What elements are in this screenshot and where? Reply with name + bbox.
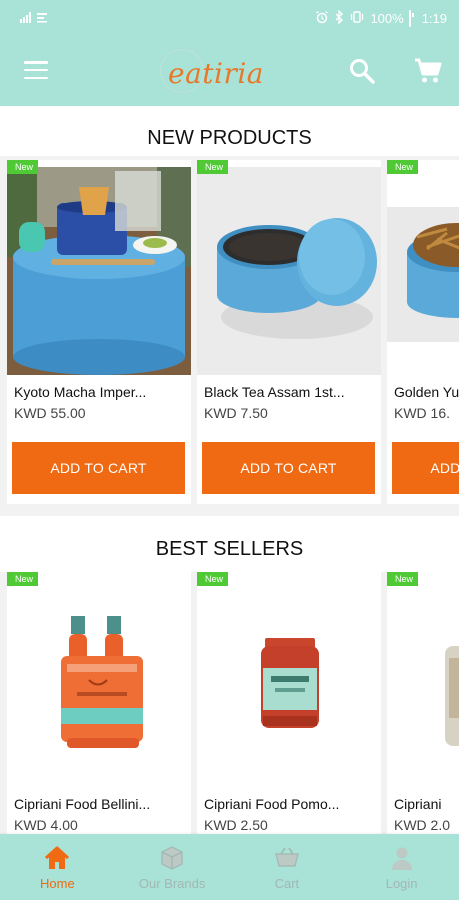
product-image[interactable] <box>387 167 459 375</box>
menu-button[interactable] <box>22 58 50 82</box>
logo-text: eatiria <box>168 57 265 90</box>
bluetooth-icon <box>334 8 344 27</box>
product-image[interactable] <box>7 167 191 375</box>
battery-icon <box>408 9 411 27</box>
status-right-icons: 100% 1:19 <box>315 8 447 27</box>
hamburger-icon-line <box>24 68 48 72</box>
signal-icon <box>20 11 31 26</box>
home-icon <box>43 844 71 872</box>
product-name: Cipriani Food Pomo... <box>204 796 340 812</box>
alarm-icon <box>315 10 329 27</box>
product-name: Golden Yu <box>394 384 459 400</box>
brands-icon <box>158 844 186 872</box>
product-price: KWD 7.50 <box>204 405 268 421</box>
vibrate-icon <box>349 10 365 26</box>
cart-icon <box>273 844 301 872</box>
search-button[interactable] <box>347 56 377 86</box>
hamburger-icon-line <box>24 76 48 79</box>
app-logo[interactable]: eatiria <box>160 46 264 96</box>
product-image[interactable] <box>197 167 381 375</box>
nav-label-cart: Cart <box>274 876 300 891</box>
new-badge: New <box>387 160 419 174</box>
product-price: KWD 4.00 <box>14 817 78 833</box>
product-card[interactable]: New Golden Yu KWD 16. ADD TO CART <box>387 160 459 504</box>
product-name: Cipriani Food Bellini... <box>14 796 151 812</box>
product-image[interactable] <box>197 588 381 788</box>
new-badge: New <box>197 572 229 586</box>
add-to-cart-button[interactable]: ADD TO CART <box>12 442 185 494</box>
nav-item-our-brands[interactable]: Our Brands <box>115 834 230 900</box>
section-title-new-products: NEW PRODUCTS <box>147 127 312 149</box>
search-icon <box>347 59 377 90</box>
product-card[interactable]: New Cipriani Food Bellini... KWD 4.00 <box>7 572 191 834</box>
nav-label-our-brands: Our Brands <box>138 876 206 891</box>
status-left-icons <box>20 11 48 26</box>
product-name: Cipriani <box>394 796 442 812</box>
add-to-cart-button[interactable]: ADD TO CART <box>392 442 459 494</box>
product-name: Black Tea Assam 1st... <box>204 384 345 400</box>
nav-item-home[interactable]: Home <box>0 834 115 900</box>
user-icon <box>388 844 416 872</box>
new-badge: New <box>7 572 39 586</box>
add-to-cart-button[interactable]: ADD TO CART <box>202 442 375 494</box>
product-price: KWD 16. <box>394 405 451 421</box>
hamburger-icon-line <box>24 61 48 64</box>
shopping-cart-icon <box>412 58 444 91</box>
product-card[interactable]: New Kyoto Macha Imper... KWD 55.00 ADD T… <box>7 160 191 504</box>
nav-label-home: Home <box>40 876 75 891</box>
nav-label-login: Login <box>385 876 418 891</box>
new-badge: New <box>197 160 229 174</box>
nav-item-login[interactable]: Login <box>344 834 459 900</box>
product-card[interactable]: New Black Tea Assam 1st... KWD 7.50 ADD … <box>197 160 381 504</box>
new-badge: New <box>7 160 39 174</box>
nav-item-cart[interactable]: Cart <box>230 834 345 900</box>
battery-percent: 100% <box>370 10 404 26</box>
product-price: KWD 2.50 <box>204 817 268 833</box>
section-title-best-sellers: BEST SELLERS <box>155 538 304 560</box>
clock: 1:19 <box>421 10 447 26</box>
new-badge: New <box>387 572 419 586</box>
product-price: KWD 2.0 <box>394 817 451 833</box>
product-image[interactable] <box>7 588 191 788</box>
product-card[interactable]: New Cipriani Food Pomo... KWD 2.50 <box>197 572 381 834</box>
product-name: Kyoto Macha Imper... <box>14 384 147 400</box>
product-image[interactable] <box>387 588 459 788</box>
product-card[interactable]: New Cipriani KWD 2.0 <box>387 572 459 834</box>
notification-icon <box>36 11 48 26</box>
cart-button[interactable] <box>412 55 444 87</box>
main-content[interactable]: NEW PRODUCTS New Kyoto Macha Imper... KW… <box>0 106 459 834</box>
product-price: KWD 55.00 <box>14 405 86 421</box>
status-bar: 100% 1:19 <box>0 0 459 36</box>
app-bar: eatiria <box>0 36 459 106</box>
bottom-navigation: Home Our Brands Cart Login <box>0 834 459 900</box>
